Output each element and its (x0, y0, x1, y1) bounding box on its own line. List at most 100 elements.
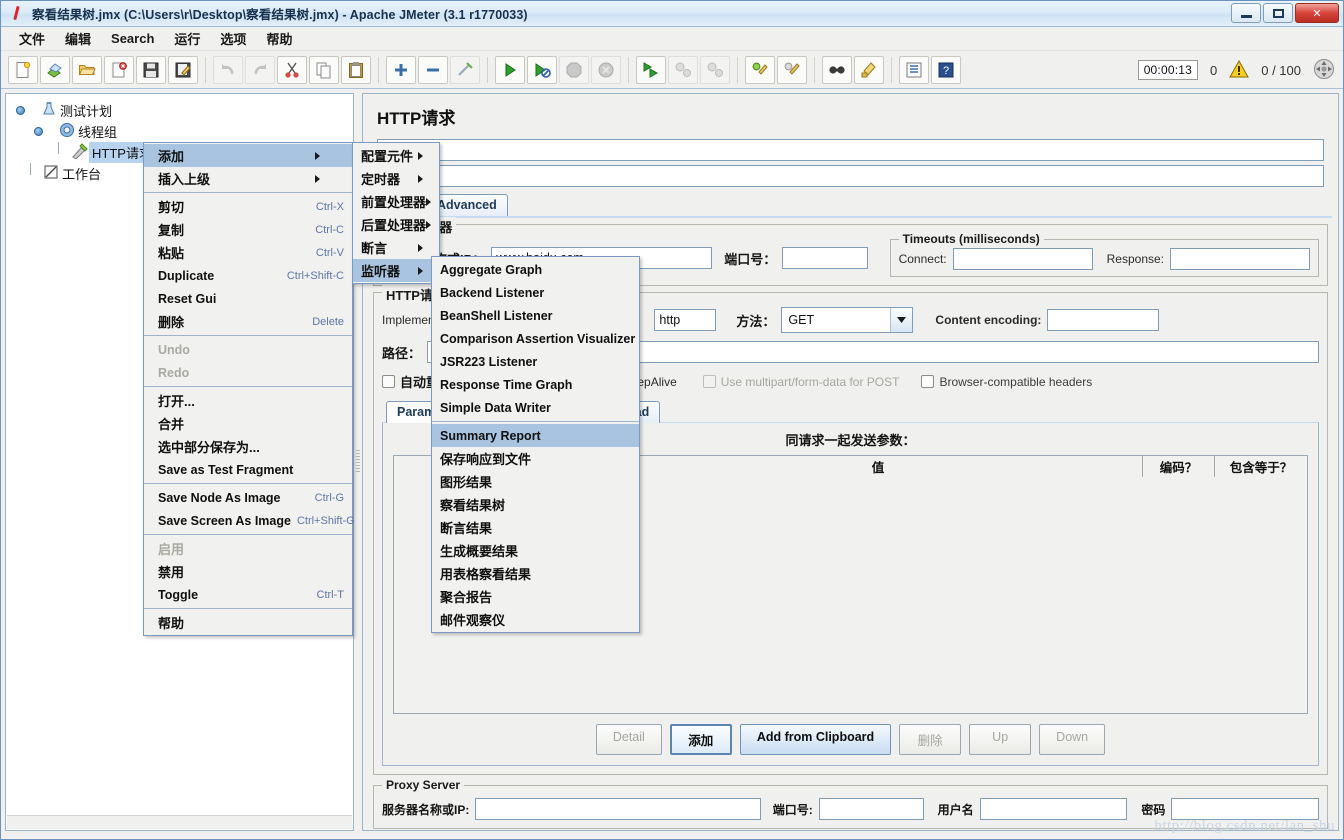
method-combo[interactable]: GET (781, 307, 914, 333)
tree-context-menu[interactable]: 添加 插入上级 剪切 Ctrl-X 复制 Ctrl-C 粘贴 Ctrl-V Du… (143, 142, 355, 636)
close-icon[interactable] (104, 55, 134, 84)
listener-assertion-results[interactable]: 断言结果 (432, 516, 639, 539)
menu-item-cut[interactable]: 剪切 Ctrl-X (144, 195, 352, 218)
expand-knob-icon[interactable] (16, 106, 25, 115)
menu-item-merge[interactable]: 合并 (144, 412, 352, 435)
listener-mailer-visualizer[interactable]: 邮件观察仪 (432, 608, 639, 631)
menu-item-insert-parent[interactable]: 插入上级 (144, 167, 352, 190)
submenu-item-pre-processor[interactable]: 前置处理器 (353, 190, 439, 213)
menu-item-save-selection-as[interactable]: 选中部分保存为... (144, 435, 352, 458)
delete-button[interactable]: 删除 (899, 724, 962, 755)
auto-redirect-checkbox[interactable] (382, 375, 395, 388)
close-button[interactable]: ✕ (1295, 3, 1339, 23)
tree-node-thread-group[interactable]: 线程组 (12, 121, 353, 142)
name-input[interactable]: HTTP请求 (377, 139, 1324, 161)
listener-jsr223-listener[interactable]: JSR223 Listener (432, 350, 639, 373)
listener-response-time-graph[interactable]: Response Time Graph (432, 373, 639, 396)
listener-beanshell-listener[interactable]: BeanShell Listener (432, 304, 639, 327)
save-as-icon[interactable] (168, 55, 198, 84)
add-button[interactable]: 添加 (669, 724, 732, 755)
listener-graph-results[interactable]: 图形结果 (432, 470, 639, 493)
multipart-checkbox[interactable] (702, 375, 716, 388)
comment-input[interactable] (377, 165, 1324, 187)
paste-icon[interactable] (341, 55, 371, 84)
new-icon[interactable] (8, 55, 38, 84)
copy-icon[interactable] (309, 55, 339, 84)
listener-save-responses-to-file[interactable]: 保存响应到文件 (432, 447, 639, 470)
clear-all-icon[interactable] (777, 55, 807, 84)
menu-item-toggle[interactable]: Toggle Ctrl-T (144, 583, 352, 606)
detail-button[interactable]: Detail (595, 724, 662, 755)
menu-search[interactable]: Search (102, 28, 163, 49)
start-remote-icon[interactable] (636, 55, 666, 84)
reset-search-icon[interactable] (854, 55, 884, 84)
save-icon[interactable] (136, 55, 166, 84)
menu-item-open[interactable]: 打开... (144, 389, 352, 412)
submenu-item-timer[interactable]: 定时器 (353, 167, 439, 190)
tree-node-test-plan[interactable]: 测试计划 (12, 100, 353, 121)
templates-icon[interactable] (40, 55, 70, 84)
menu-item-copy[interactable]: 复制 Ctrl-C (144, 218, 352, 241)
listener-comparison-assertion-visualizer[interactable]: Comparison Assertion Visualizer (432, 327, 639, 350)
menu-options[interactable]: 选项 (211, 26, 255, 51)
menu-item-delete[interactable]: 删除 Delete (144, 310, 352, 333)
menu-run[interactable]: 运行 (165, 26, 209, 51)
menu-item-save-screen-as-image[interactable]: Save Screen As Image Ctrl+Shift-G (144, 509, 355, 532)
thread-state-icon[interactable] (1313, 58, 1335, 83)
menu-item-save-node-as-image[interactable]: Save Node As Image Ctrl-G (144, 486, 352, 509)
listener-aggregate-report[interactable]: 聚合报告 (432, 585, 639, 608)
browser-compatible-checkbox[interactable] (921, 375, 935, 388)
menu-item-duplicate[interactable]: Duplicate Ctrl+Shift-C (144, 264, 352, 287)
response-timeout-input[interactable] (1170, 248, 1310, 270)
column-encode[interactable]: 编码？ (1143, 456, 1215, 477)
connect-timeout-input[interactable] (952, 248, 1093, 270)
menu-help[interactable]: 帮助 (257, 26, 301, 51)
listener-submenu[interactable]: Aggregate Graph Backend Listener BeanShe… (431, 256, 640, 633)
search-icon[interactable] (822, 55, 852, 84)
tree-hscrollbar[interactable] (7, 815, 352, 829)
listener-view-results-tree[interactable]: 察看结果树 (432, 493, 639, 516)
warning-icon[interactable] (1229, 59, 1250, 81)
submenu-item-config-element[interactable]: 配置元件 (353, 144, 439, 167)
menu-item-help[interactable]: 帮助 (144, 611, 352, 634)
listener-simple-data-writer[interactable]: Simple Data Writer (432, 396, 639, 419)
cut-icon[interactable] (277, 55, 307, 84)
submenu-item-assertion[interactable]: 断言 (353, 236, 439, 259)
listener-backend-listener[interactable]: Backend Listener (432, 281, 639, 304)
menu-item-save-as-test-fragment[interactable]: Save as Test Fragment (144, 458, 352, 481)
column-value[interactable]: 值 (614, 456, 1143, 477)
protocol-input[interactable]: http (654, 309, 717, 331)
maximize-button[interactable] (1263, 3, 1293, 23)
listener-summary-report[interactable]: Summary Report (432, 424, 639, 447)
proxy-server-input[interactable] (475, 798, 761, 820)
minimize-button[interactable] (1231, 3, 1261, 23)
clear-icon[interactable] (745, 55, 775, 84)
expand-all-icon[interactable] (386, 55, 416, 84)
proxy-password-input[interactable] (1171, 798, 1319, 820)
listener-aggregate-graph[interactable]: Aggregate Graph (432, 258, 639, 281)
proxy-port-input[interactable] (818, 798, 924, 820)
chevron-down-icon[interactable] (890, 308, 913, 332)
expand-knob-icon[interactable] (34, 127, 43, 136)
menu-edit[interactable]: 编辑 (56, 26, 100, 51)
add-submenu[interactable]: 配置元件 定时器 前置处理器 后置处理器 断言 监听器 (352, 142, 440, 284)
listener-view-results-in-table[interactable]: 用表格察看结果 (432, 562, 639, 585)
menu-item-disable[interactable]: 禁用 (144, 560, 352, 583)
menu-item-paste[interactable]: 粘贴 Ctrl-V (144, 241, 352, 264)
menu-item-add[interactable]: 添加 (144, 144, 352, 167)
collapse-all-icon[interactable] (418, 55, 448, 84)
content-encoding-input[interactable] (1047, 309, 1160, 331)
start-icon[interactable] (495, 55, 525, 84)
up-button[interactable]: Up (969, 724, 1032, 755)
listener-generate-summary-results[interactable]: 生成概要结果 (432, 539, 639, 562)
proxy-username-input[interactable] (979, 798, 1128, 820)
help-icon[interactable]: ? (931, 55, 961, 84)
function-helper-icon[interactable] (899, 55, 929, 84)
submenu-item-post-processor[interactable]: 后置处理器 (353, 213, 439, 236)
menu-file[interactable]: 文件 (10, 26, 54, 51)
down-button[interactable]: Down (1039, 724, 1106, 755)
menu-item-reset-gui[interactable]: Reset Gui (144, 287, 352, 310)
start-no-pause-icon[interactable] (527, 55, 557, 84)
open-icon[interactable] (72, 55, 102, 84)
add-from-clipboard-button[interactable]: Add from Clipboard (739, 724, 892, 755)
